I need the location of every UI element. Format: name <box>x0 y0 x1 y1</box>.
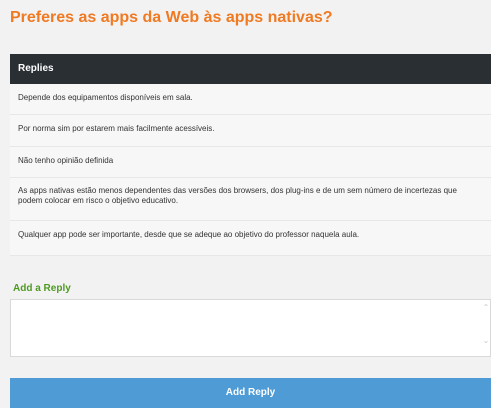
add-reply-label: Add a Reply <box>13 283 71 294</box>
replies-panel: Replies Depende dos equipamentos disponí… <box>10 54 491 256</box>
reply-text: Depende dos equipamentos disponíveis em … <box>18 93 193 102</box>
reply-text: Por norma sim por estarem mais facilment… <box>18 124 215 133</box>
reply-text: As apps nativas estão menos dependentes … <box>18 186 457 205</box>
reply-item: Qualquer app pode ser importante, desde … <box>10 221 491 256</box>
reply-textarea[interactable] <box>10 299 491 357</box>
reply-item: Por norma sim por estarem mais facilment… <box>10 115 491 147</box>
reply-item: Depende dos equipamentos disponíveis em … <box>10 84 491 115</box>
reply-text: Não tenho opinião definida <box>18 156 114 165</box>
page-title: Preferes as apps da Web às apps nativas? <box>10 9 333 26</box>
reply-text: Qualquer app pode ser importante, desde … <box>18 230 360 239</box>
reply-item: Não tenho opinião definida <box>10 147 491 178</box>
add-reply-button[interactable]: Add Reply <box>10 378 491 408</box>
reply-page: Preferes as apps da Web às apps nativas?… <box>10 0 491 408</box>
reply-item: As apps nativas estão menos dependentes … <box>10 178 491 221</box>
replies-header: Replies <box>10 54 491 84</box>
